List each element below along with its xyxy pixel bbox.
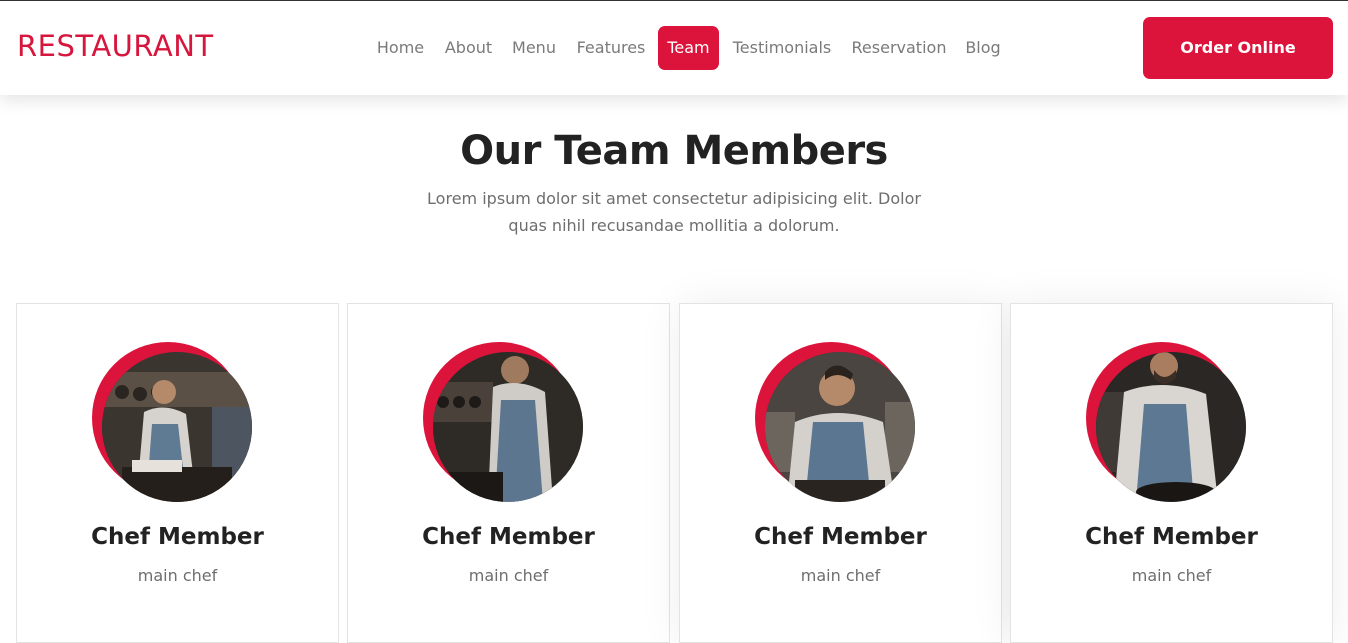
nav-home[interactable]: Home xyxy=(368,26,433,70)
team-card: Chef Member main chef xyxy=(1010,303,1333,643)
member-name: Chef Member xyxy=(91,524,264,550)
member-name: Chef Member xyxy=(422,524,595,550)
chef-photo-icon xyxy=(102,352,252,502)
site-header: RESTAURANT Home About Menu Features Team… xyxy=(0,1,1348,95)
avatar xyxy=(92,342,254,504)
team-card: Chef Member main chef xyxy=(679,303,1002,643)
nav-reservation[interactable]: Reservation xyxy=(844,26,954,70)
nav-about[interactable]: About xyxy=(436,26,501,70)
avatar xyxy=(755,342,917,504)
avatar xyxy=(1086,342,1248,504)
section-subtitle: Lorem ipsum dolor sit amet consectetur a… xyxy=(427,189,921,235)
team-card: Chef Member main chef xyxy=(347,303,670,643)
member-role: main chef xyxy=(468,566,549,585)
nav-features[interactable]: Features xyxy=(566,26,656,70)
team-card: Chef Member main chef xyxy=(16,303,339,643)
chef-photo-icon xyxy=(1096,352,1246,502)
member-role: main chef xyxy=(800,566,881,585)
member-name: Chef Member xyxy=(754,524,927,550)
member-role: main chef xyxy=(1131,566,1212,585)
nav-blog[interactable]: Blog xyxy=(958,26,1008,70)
nav-testimonials[interactable]: Testimonials xyxy=(722,26,842,70)
chef-photo-icon xyxy=(433,352,583,502)
member-name: Chef Member xyxy=(1085,524,1258,550)
nav-menu[interactable]: Menu xyxy=(504,26,564,70)
chef-photo-icon xyxy=(765,352,915,502)
section-title: Our Team Members xyxy=(460,128,888,174)
avatar xyxy=(423,342,585,504)
member-role: main chef xyxy=(137,566,218,585)
order-online-button[interactable]: Order Online xyxy=(1143,17,1333,79)
nav-team[interactable]: Team xyxy=(658,26,719,70)
